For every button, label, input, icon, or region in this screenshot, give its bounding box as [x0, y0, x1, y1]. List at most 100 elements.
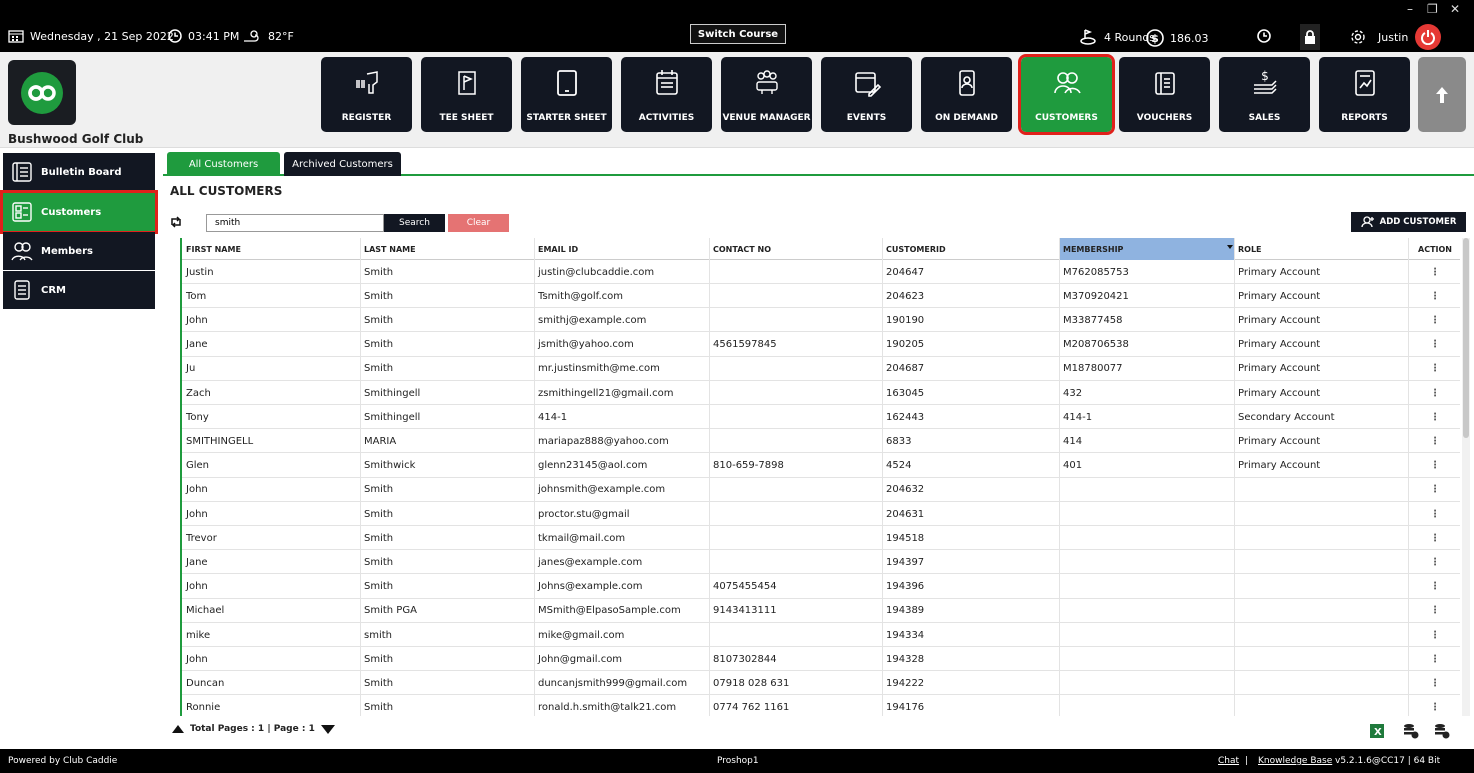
table-row[interactable]: Ronnie Smith ronald.h.smith@talk21.com 0774…	[182, 696, 1460, 716]
row-actions-menu[interactable]: ⋮	[1408, 623, 1460, 647]
row-actions-menu[interactable]: ⋮	[1408, 429, 1460, 453]
table-row[interactable]: Trevor Smith tkmail@mail.com 194518 ⋮	[182, 526, 1460, 551]
table-scrollbar[interactable]	[1462, 238, 1470, 716]
row-actions-menu[interactable]: ⋮	[1408, 526, 1460, 550]
row-actions-menu[interactable]: ⋮	[1408, 599, 1460, 623]
rounds-display[interactable]: 4 Rounds	[1080, 29, 1155, 45]
table-row[interactable]: John Smith Johns@example.com 4075455454 1943…	[182, 575, 1460, 599]
cell-role	[1234, 696, 1408, 716]
settings-button[interactable]: Justin	[1350, 29, 1408, 45]
table-row[interactable]: Tony Smithingell 414-1 162443 414-1 Secondary…	[182, 405, 1460, 430]
row-actions-menu[interactable]: ⋮	[1408, 647, 1460, 671]
table-row[interactable]: John Smith proctor.stu@gmail 204631 ⋮	[182, 502, 1460, 526]
row-actions-menu[interactable]: ⋮	[1408, 478, 1460, 502]
column-header-role[interactable]: ROLE	[1234, 238, 1408, 260]
nav-sales[interactable]: $ SALES	[1219, 57, 1310, 132]
page-down-arrow-icon[interactable]	[320, 724, 335, 734]
row-actions-menu[interactable]: ⋮	[1408, 260, 1460, 284]
sidebar-item-customers[interactable]: Customers	[0, 190, 158, 234]
database-settings-icon[interactable]	[1403, 723, 1419, 739]
clear-button[interactable]: Clear	[448, 214, 509, 232]
search-input[interactable]	[206, 214, 384, 232]
table-row[interactable]: Duncan Smith duncanjsmith999@gmail.com 0791…	[182, 671, 1460, 696]
table-row[interactable]: Tom Smith Tsmith@golf.com 204623 M370920421 P…	[182, 284, 1460, 309]
cell-email: mr.justinsmith@me.com	[538, 363, 660, 375]
nav-venue-manager[interactable]: VENUE MANAGER	[721, 57, 812, 132]
row-actions-menu[interactable]: ⋮	[1408, 575, 1460, 599]
history-button[interactable]	[1257, 29, 1271, 43]
table-row[interactable]: Michael Smith PGA MSmith@ElpasoSample.com 9…	[182, 599, 1460, 623]
row-actions-menu[interactable]: ⋮	[1408, 671, 1460, 695]
nav-events[interactable]: EVENTS	[821, 57, 912, 132]
balance-display[interactable]: $ 186.03	[1146, 29, 1209, 47]
table-row[interactable]: Jane Smith janes@example.com 194397 ⋮	[182, 550, 1460, 575]
nav-register-label: REGISTER	[341, 113, 392, 123]
table-row[interactable]: Ju Smith mr.justinsmith@me.com 204687 M18780…	[182, 357, 1460, 381]
nav-tee-sheet[interactable]: TEE SHEET	[421, 57, 512, 132]
page-up-arrow-icon[interactable]	[172, 725, 184, 733]
table-row[interactable]: John Smith John@gmail.com 8107302844 194328 ⋮	[182, 647, 1460, 672]
clock-icon	[168, 29, 182, 43]
table-row[interactable]: Jane Smith jsmith@yahoo.com 4561597845 19020…	[182, 333, 1460, 357]
table-row[interactable]: John Smith smithj@example.com 190190 M338774…	[182, 308, 1460, 333]
column-header-email[interactable]: EMAIL ID	[534, 238, 709, 260]
tablet-icon	[556, 70, 577, 96]
minimize-button[interactable]: –	[1407, 2, 1413, 16]
column-header-contact[interactable]: CONTACT NO	[709, 238, 882, 260]
cell-role	[1234, 502, 1408, 526]
table-row[interactable]: SMITHINGELL MARIA mariapaz888@yahoo.com 683…	[182, 429, 1460, 454]
chat-link[interactable]: Chat	[1218, 756, 1239, 766]
cell-customer-id: 194397	[886, 556, 925, 568]
row-actions-menu[interactable]: ⋮	[1408, 502, 1460, 526]
row-actions-menu[interactable]: ⋮	[1408, 333, 1460, 357]
column-filter-dropdown-icon[interactable]	[1227, 245, 1233, 249]
nav-on-demand[interactable]: ON DEMAND	[921, 57, 1012, 132]
table-row[interactable]: John Smith johnsmith@example.com 204632 ⋮	[182, 478, 1460, 502]
nav-register[interactable]: REGISTER	[321, 57, 412, 132]
database-export-icon[interactable]	[1434, 723, 1450, 739]
scrollbar-thumb[interactable]	[1463, 238, 1469, 438]
nav-reports[interactable]: REPORTS	[1319, 57, 1410, 132]
cell-contact	[709, 502, 882, 526]
cell-membership: M208706538	[1063, 339, 1129, 351]
row-actions-menu[interactable]: ⋮	[1408, 357, 1460, 381]
switch-course-button[interactable]: Switch Course	[690, 24, 786, 44]
lock-button[interactable]	[1300, 24, 1320, 50]
row-actions-menu[interactable]: ⋮	[1408, 696, 1460, 716]
row-actions-menu[interactable]: ⋮	[1408, 308, 1460, 332]
column-header-membership[interactable]: MEMBERSHIP	[1059, 238, 1234, 260]
nav-vouchers[interactable]: VOUCHERS	[1119, 57, 1210, 132]
tab-archived-customers[interactable]: Archived Customers	[284, 152, 401, 176]
refresh-icon[interactable]	[169, 215, 183, 229]
add-customer-button[interactable]: ADD CUSTOMER	[1351, 212, 1466, 232]
column-header-customer-id[interactable]: CUSTOMERID	[882, 238, 1059, 260]
row-actions-menu[interactable]: ⋮	[1408, 405, 1460, 429]
row-actions-menu[interactable]: ⋮	[1408, 550, 1460, 574]
nav-activities[interactable]: ACTIVITIES	[621, 57, 712, 132]
sidebar-item-crm[interactable]: CRM	[3, 271, 155, 309]
sidebar-item-bulletin-board[interactable]: Bulletin Board	[3, 153, 155, 191]
row-actions-menu[interactable]: ⋮	[1408, 381, 1460, 405]
tab-all-customers[interactable]: All Customers	[167, 152, 280, 176]
table-row[interactable]: mike smith mike@gmail.com 194334 ⋮	[182, 623, 1460, 647]
row-actions-menu[interactable]: ⋮	[1408, 454, 1460, 478]
nav-customers[interactable]: CUSTOMERS	[1018, 54, 1115, 135]
search-button[interactable]: Search	[384, 214, 445, 232]
balance-text: 186.03	[1170, 31, 1209, 45]
row-actions-menu[interactable]: ⋮	[1408, 284, 1460, 308]
column-header-first-name[interactable]: FIRST NAME	[182, 238, 360, 260]
table-row[interactable]: Justin Smith justin@clubcaddie.com 204647 M7…	[182, 260, 1460, 284]
column-header-action[interactable]: ACTION	[1408, 238, 1460, 260]
maximize-button[interactable]: ❐	[1427, 2, 1438, 16]
nav-starter-sheet[interactable]: STARTER SHEET	[521, 57, 612, 132]
excel-export-icon[interactable]: X	[1369, 723, 1385, 739]
logout-button[interactable]	[1415, 24, 1441, 50]
sidebar-item-members[interactable]: Members	[3, 232, 155, 270]
scroll-up-button[interactable]	[1418, 57, 1466, 132]
column-header-last-name[interactable]: LAST NAME	[360, 238, 534, 260]
table-row[interactable]: Zach Smithingell zsmithingell21@gmail.com 1…	[182, 381, 1460, 405]
table-row[interactable]: Glen Smithwick glenn23145@aol.com 810-659-7…	[182, 454, 1460, 478]
knowledge-base-link[interactable]: Knowledge Base	[1258, 756, 1332, 766]
cell-email: tkmail@mail.com	[538, 532, 626, 544]
close-button[interactable]: ✕	[1450, 2, 1460, 16]
